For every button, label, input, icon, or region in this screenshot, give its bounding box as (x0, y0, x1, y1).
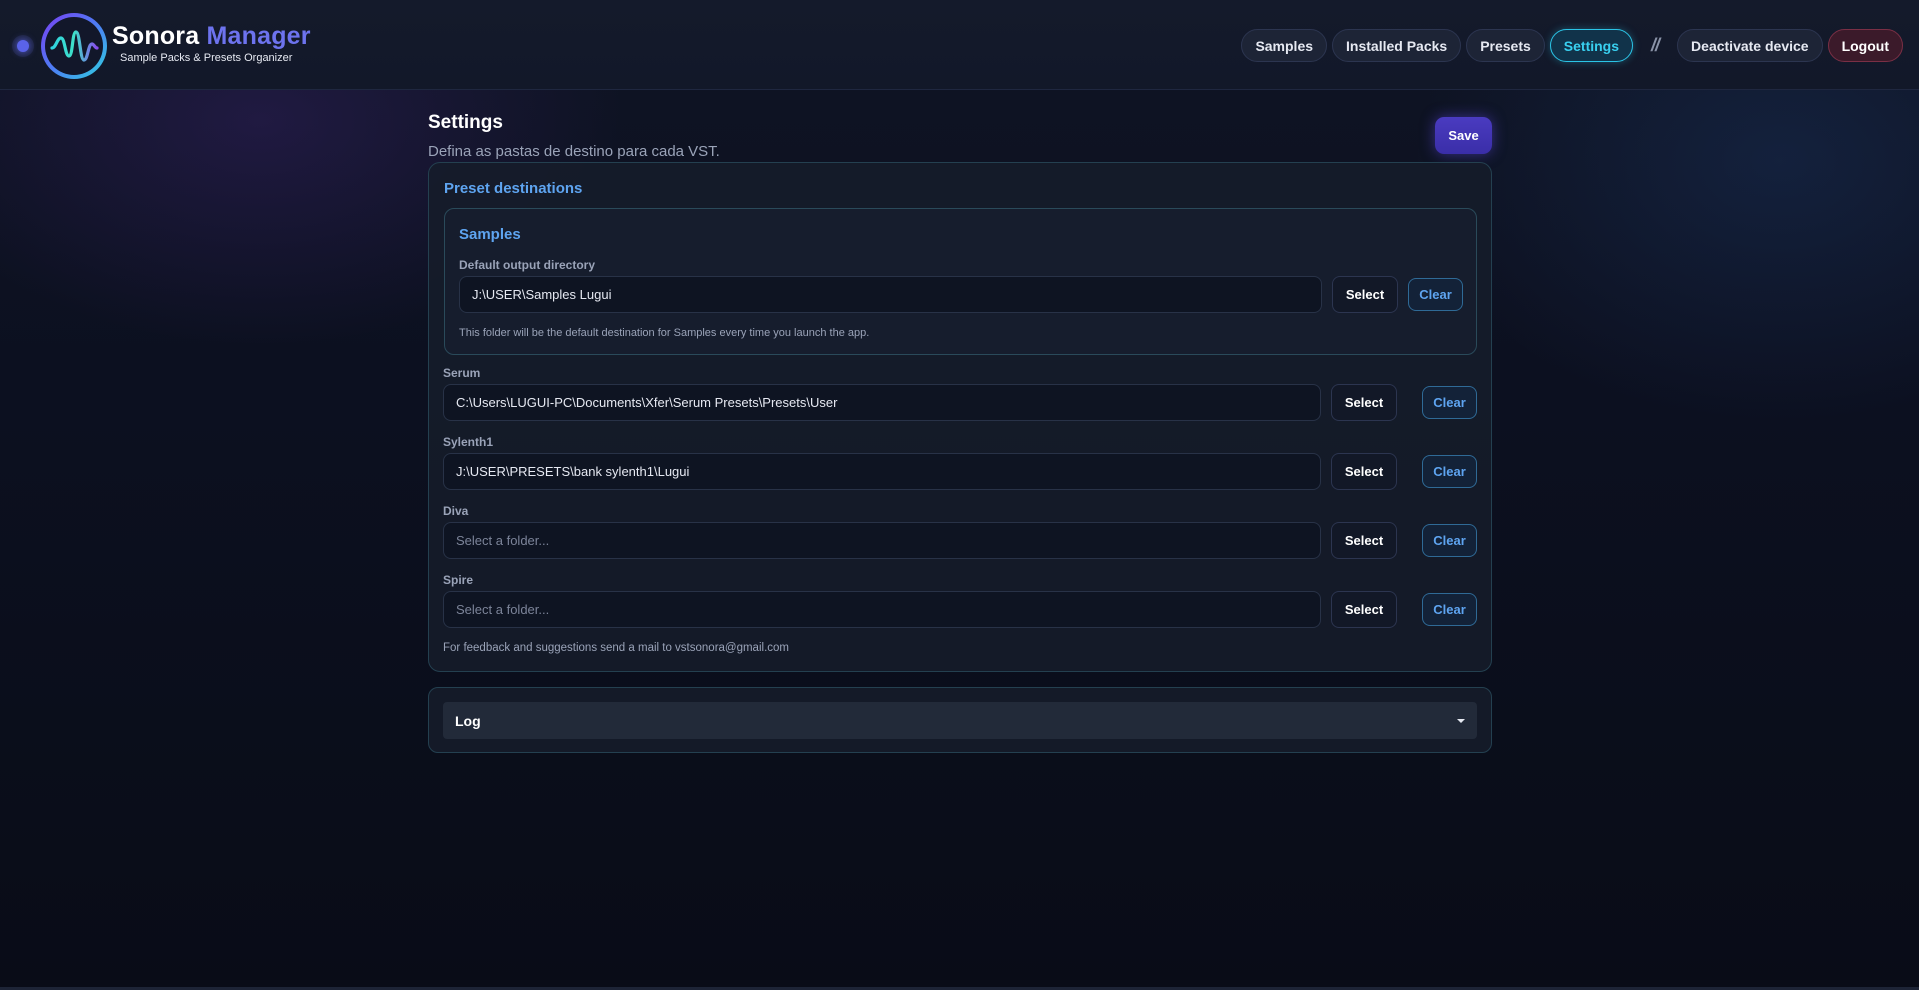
nav-presets[interactable]: Presets (1466, 29, 1545, 62)
app-subtitle: Sample Packs & Presets Organizer (120, 52, 293, 64)
nav-settings[interactable]: Settings (1549, 29, 1634, 62)
serum-select-button[interactable]: Select (1331, 384, 1397, 421)
save-button[interactable]: Save (1435, 117, 1492, 154)
sylenth1-select-button[interactable]: Select (1331, 453, 1397, 490)
nav-separator: // (1651, 35, 1660, 55)
samples-section: Samples Default output directory Select … (444, 208, 1477, 355)
spire-select-button[interactable]: Select (1331, 591, 1397, 628)
top-nav: Samples Installed Packs Presets Settings… (1241, 29, 1903, 62)
spire-clear-button[interactable]: Clear (1422, 593, 1477, 626)
samples-select-button[interactable]: Select (1332, 276, 1398, 313)
default-output-label: Default output directory (459, 258, 596, 272)
preset-destinations-title: Preset destinations (444, 180, 583, 197)
nav-installed-packs[interactable]: Installed Packs (1332, 29, 1462, 62)
nav-samples[interactable]: Samples (1241, 29, 1328, 62)
samples-clear-button[interactable]: Clear (1408, 278, 1463, 311)
spire-path-input[interactable] (443, 591, 1321, 628)
status-dot-icon (12, 35, 34, 57)
serum-label: Serum (443, 366, 481, 380)
serum-clear-button[interactable]: Clear (1422, 386, 1477, 419)
feedback-text: For feedback and suggestions send a mail… (443, 642, 789, 654)
diva-select-button[interactable]: Select (1331, 522, 1397, 559)
log-panel: Log (428, 687, 1492, 753)
preset-destinations-panel: Preset destinations Samples Default outp… (428, 162, 1492, 672)
log-label: Log (455, 712, 481, 729)
page-title: Settings (428, 112, 503, 133)
samples-path-input[interactable] (459, 276, 1322, 313)
diva-path-input[interactable] (443, 522, 1321, 559)
sylenth1-path-input[interactable] (443, 453, 1321, 490)
app-title-main: Sonora (112, 22, 200, 50)
diva-label: Diva (443, 504, 469, 518)
samples-hint: This folder will be the default destinat… (459, 327, 870, 339)
caret-down-icon (1457, 718, 1465, 723)
serum-path-input[interactable] (443, 384, 1321, 421)
deactivate-device-button[interactable]: Deactivate device (1677, 29, 1823, 62)
log-toggle[interactable]: Log (443, 702, 1477, 739)
samples-title: Samples (459, 226, 521, 243)
waveform-logo-icon (41, 13, 107, 79)
app-title: Sonora Manager (112, 22, 311, 51)
sylenth1-clear-button[interactable]: Clear (1422, 455, 1477, 488)
diva-clear-button[interactable]: Clear (1422, 524, 1477, 557)
page-subtitle: Defina as pastas de destino para cada VS… (428, 143, 720, 160)
app-title-accent: Manager (206, 22, 311, 50)
app-header: Sonora Manager Sample Packs & Presets Or… (0, 0, 1919, 90)
sylenth1-label: Sylenth1 (443, 435, 494, 449)
logout-button[interactable]: Logout (1827, 29, 1903, 62)
spire-label: Spire (443, 573, 474, 587)
